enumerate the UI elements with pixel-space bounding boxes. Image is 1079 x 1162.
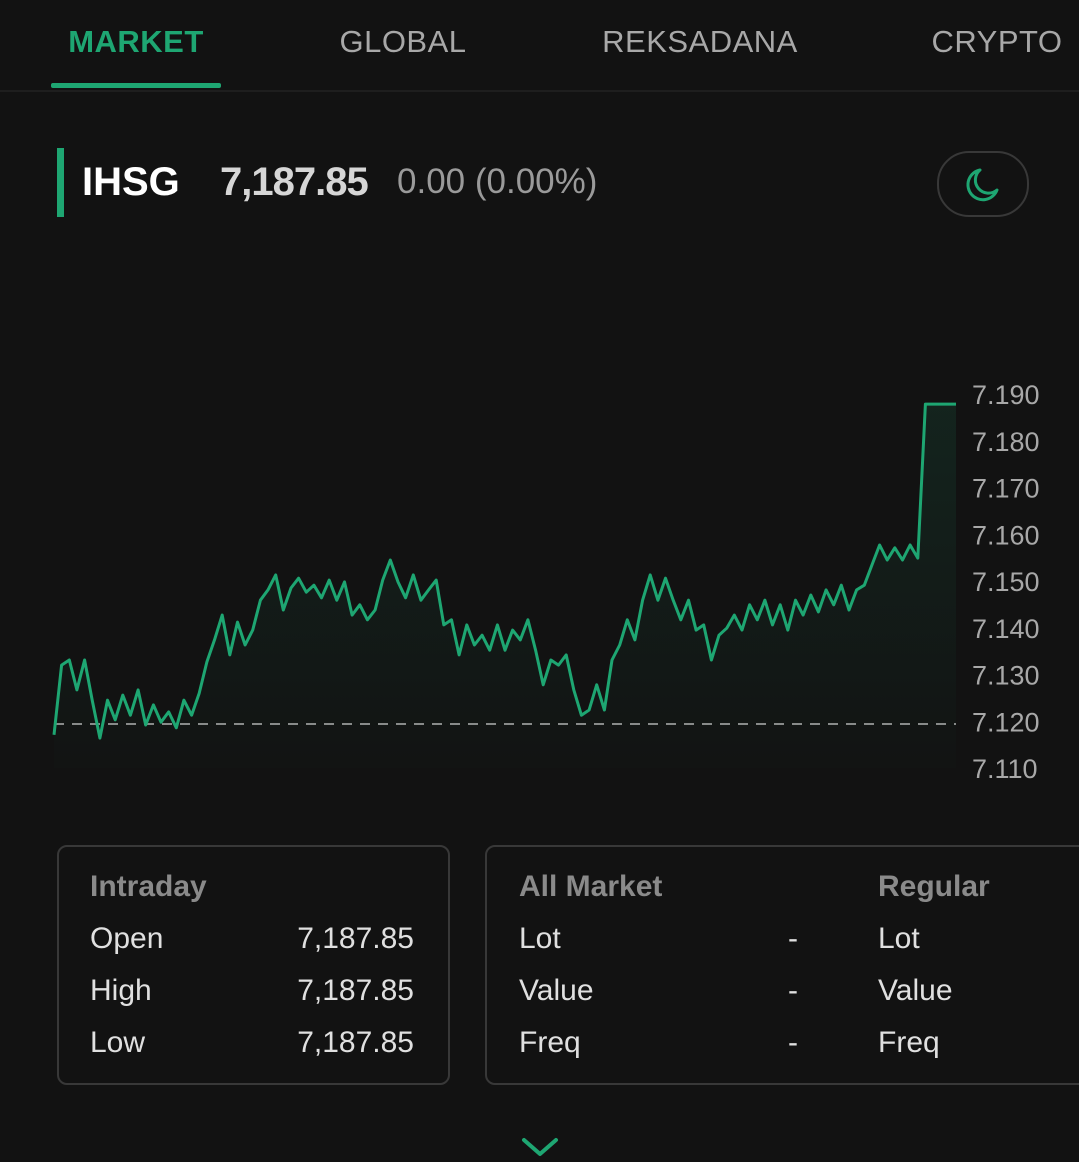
all-market-heading: All Market <box>519 870 663 903</box>
all-market-lot-value: - <box>788 922 798 955</box>
theme-toggle-button[interactable] <box>937 151 1029 217</box>
intraday-low-value: 7,187.85 <box>297 1026 414 1059</box>
all-market-freq-label: Freq <box>519 1026 581 1059</box>
intraday-high-value: 7,187.85 <box>297 974 414 1007</box>
intraday-chart[interactable]: 7.190 7.180 7.170 7.160 7.150 7.140 7.130 7.120… <box>0 370 1079 800</box>
intraday-low-label: Low <box>90 1026 146 1059</box>
tab-market[interactable]: MARKET <box>68 24 204 60</box>
tab-crypto[interactable]: CRYPTO <box>931 24 1062 60</box>
y-tick-label: 7.110 <box>972 754 1038 784</box>
index-last-price: 7,187.85 <box>220 160 369 204</box>
all-market-value-label: Value <box>519 974 594 1007</box>
y-tick-label: 7.160 <box>972 520 1040 550</box>
intraday-open-value: 7,187.85 <box>297 922 414 955</box>
tab-divider <box>0 90 1079 92</box>
index-change: 0.00 (0.00%) <box>397 162 598 201</box>
intraday-heading: Intraday <box>90 870 207 903</box>
moon-icon <box>966 168 999 202</box>
index-symbol: IHSG <box>82 160 180 204</box>
all-market-value-value: - <box>788 974 798 1007</box>
intraday-open-label: Open <box>90 922 164 955</box>
y-tick-label: 7.170 <box>972 474 1040 504</box>
all-market-freq-value: - <box>788 1026 798 1059</box>
y-tick-label: 7.130 <box>972 661 1040 691</box>
regular-freq-label: Freq <box>878 1026 940 1059</box>
y-tick-label: 7.120 <box>972 707 1040 737</box>
intraday-high-label: High <box>90 974 152 1007</box>
regular-lot-label: Lot <box>878 922 920 955</box>
y-tick-label: 7.190 <box>972 380 1040 410</box>
y-tick-label: 7.180 <box>972 427 1040 457</box>
tab-reksadana[interactable]: REKSADANA <box>602 24 798 60</box>
y-tick-label: 7.140 <box>972 614 1040 644</box>
active-tab-indicator <box>51 83 221 88</box>
y-tick-label: 7.150 <box>972 567 1040 597</box>
accent-bar <box>57 148 64 217</box>
regular-value-label: Value <box>878 974 953 1007</box>
regular-heading: Regular <box>878 870 990 903</box>
chevron-down-icon[interactable] <box>520 1136 560 1160</box>
tab-global[interactable]: GLOBAL <box>339 24 466 60</box>
all-market-lot-label: Lot <box>519 922 561 955</box>
